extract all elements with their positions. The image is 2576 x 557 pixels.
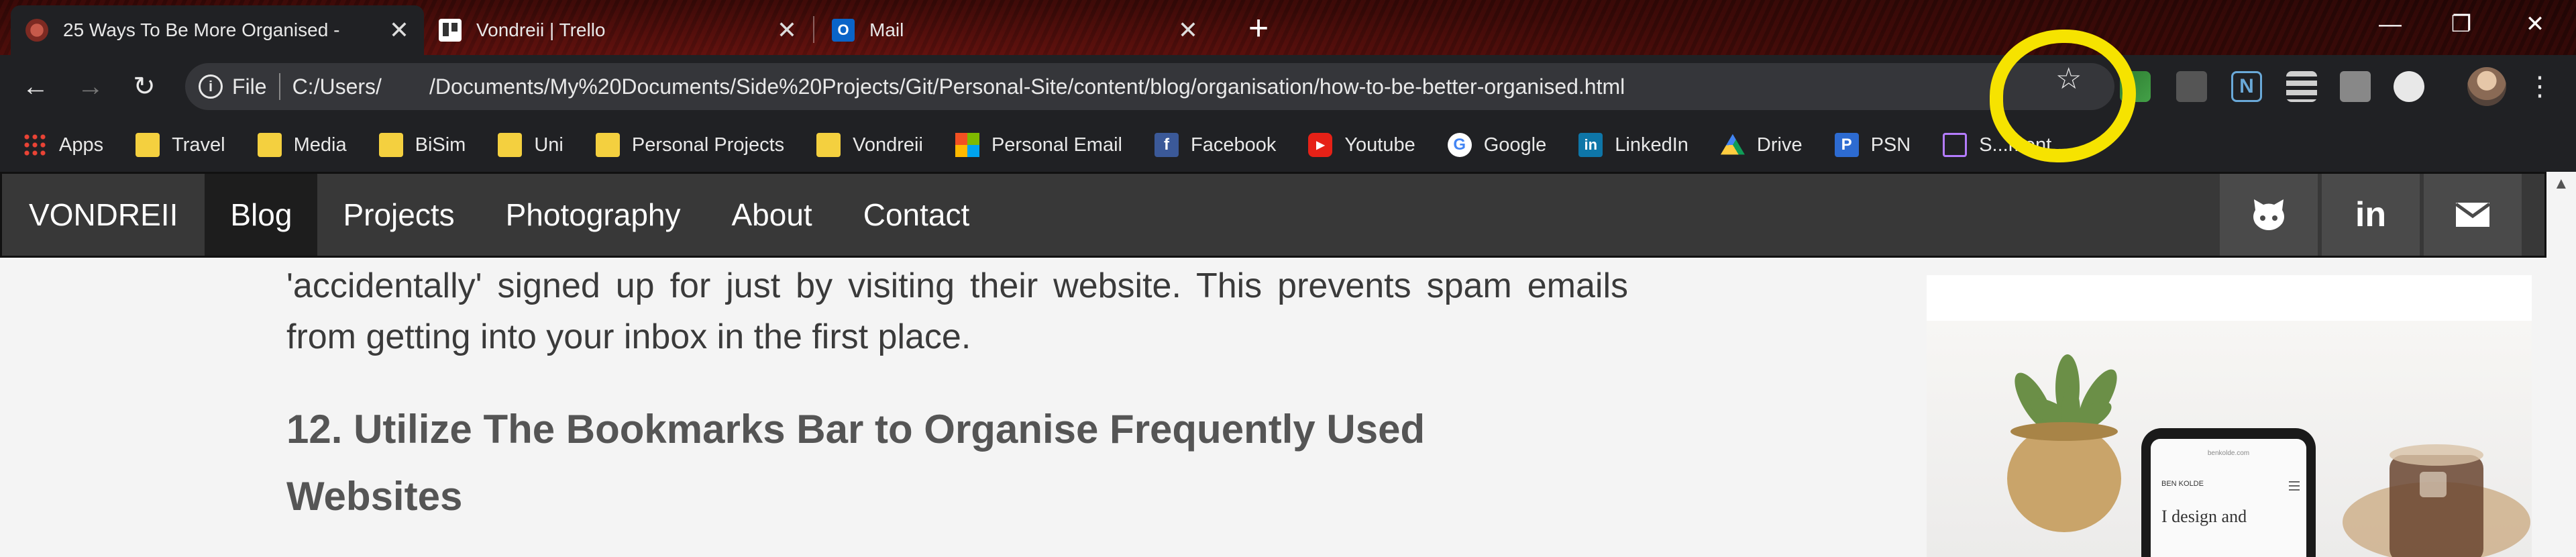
nav-link-blog[interactable]: Blog — [205, 174, 318, 256]
youtube-icon: ▶ — [1308, 133, 1333, 157]
facebook-icon: f — [1154, 133, 1179, 157]
bookmark-youtube[interactable]: ▶ Youtube — [1308, 133, 1415, 157]
bookmark-google[interactable]: G Google — [1447, 133, 1547, 157]
phone-heading-text: I design and — [2161, 507, 2247, 526]
close-icon[interactable]: ✕ — [1178, 16, 1198, 44]
phone-name-text: BEN KOLDE — [2161, 480, 2204, 488]
psn-icon: P — [1834, 133, 1859, 157]
bookmark-personal-email[interactable]: Personal Email — [955, 133, 1122, 157]
bookmark-uni[interactable]: Uni — [498, 133, 564, 157]
bookmark-label: Personal Projects — [631, 134, 785, 156]
bookmark-label: PSN — [1870, 134, 1911, 156]
extension-gray-icon[interactable] — [2340, 71, 2371, 102]
address-bar[interactable]: i File C:/Users/ /Documents/My%20Documen… — [185, 63, 2114, 110]
linkedin-icon: in — [1578, 133, 1603, 157]
browser-toolbar: ← → ↻ i File C:/Users/ /Documents/My%20D… — [0, 55, 2576, 118]
folder-icon — [498, 133, 523, 157]
google-icon: G — [1447, 133, 1472, 157]
outlook-icon: O — [832, 19, 855, 42]
minimize-button[interactable]: — — [2353, 4, 2427, 44]
article-body: 'accidentally' signed up for just by vis… — [286, 260, 1628, 530]
bookmark-label: LinkedIn — [1615, 134, 1688, 156]
drive-icon — [1720, 134, 1745, 155]
bookmark-psn[interactable]: P PSN — [1834, 133, 1911, 157]
new-tab-button[interactable]: + — [1240, 11, 1277, 48]
bookmark-label: Facebook — [1190, 134, 1277, 156]
sidebar-featured-image[interactable]: benkolde.com BEN KOLDE I design and — [1927, 321, 2532, 557]
bookmark-label: Uni — [534, 134, 564, 156]
bookmark-drive[interactable]: Drive — [1720, 133, 1803, 157]
extension-truck-icon[interactable] — [2176, 71, 2207, 102]
site-brand-link[interactable]: VONDREII — [2, 174, 205, 256]
bookmark-icon — [1943, 133, 1968, 157]
menu-dots-icon[interactable]: ⋮ — [2526, 67, 2553, 106]
nav-link-projects[interactable]: Projects — [317, 174, 480, 256]
tab-title: Vondreii | Trello — [476, 19, 606, 40]
close-icon[interactable]: ✕ — [777, 16, 797, 44]
tab-title: Mail — [869, 19, 904, 40]
folder-icon — [257, 133, 282, 157]
bookmark-vondreii[interactable]: Vondreii — [816, 133, 923, 157]
bookmark-label: Google — [1483, 134, 1547, 156]
github-icon[interactable] — [2220, 174, 2318, 256]
nav-link-contact[interactable]: Contact — [838, 174, 996, 256]
bookmark-label: Travel — [172, 134, 225, 156]
email-icon[interactable] — [2424, 174, 2522, 256]
bookmark-apps[interactable]: Apps — [23, 133, 103, 157]
linkedin-icon[interactable]: in — [2322, 174, 2420, 256]
tab-strip: 25 Ways To Be More Organised - ✕ Vondrei… — [0, 0, 2576, 55]
restore-button[interactable]: ❐ — [2424, 4, 2498, 44]
bookmark-label: BiSim — [415, 134, 466, 156]
bookmark-label: Youtube — [1344, 134, 1415, 156]
chrome-globe-icon — [25, 19, 48, 42]
bookmark-facebook[interactable]: f Facebook — [1154, 133, 1277, 157]
bookmark-personal-projects[interactable]: Personal Projects — [595, 133, 785, 157]
nav-link-about[interactable]: About — [706, 174, 838, 256]
bookmarks-bar: Apps Travel Media BiSim Uni Personal Pro… — [0, 118, 2576, 172]
bookmark-label: Drive — [1756, 134, 1803, 156]
window-close-button[interactable]: ✕ — [2498, 4, 2572, 44]
url-text[interactable]: C:/Users/ /Documents/My%20Documents/Side… — [292, 74, 1625, 99]
folder-icon — [595, 133, 620, 157]
bookmark-travel[interactable]: Travel — [136, 133, 225, 157]
info-icon[interactable]: i — [199, 74, 223, 99]
folder-icon — [816, 133, 841, 157]
profile-avatar[interactable] — [2467, 67, 2506, 106]
reload-button[interactable]: ↻ — [125, 67, 164, 106]
phone-site-text: benkolde.com — [2208, 450, 2249, 457]
tab-separator — [813, 16, 814, 43]
bookmark-bisim[interactable]: BiSim — [378, 133, 466, 157]
bookmark-label: Apps — [59, 134, 104, 156]
tab-title: 25 Ways To Be More Organised - — [63, 19, 340, 40]
apps-grid-icon — [23, 133, 47, 157]
layers-icon[interactable] — [2286, 71, 2317, 102]
bookmark-label: Personal Email — [991, 134, 1122, 156]
site-navbar: VONDREII Blog Projects Photography About… — [0, 172, 2546, 258]
folder-icon — [378, 133, 403, 157]
tab-article[interactable]: 25 Ways To Be More Organised - ✕ — [11, 5, 424, 55]
extension-n-icon[interactable]: N — [2231, 71, 2262, 102]
bookmark-linkedin[interactable]: in LinkedIn — [1578, 133, 1688, 157]
article-section-heading: 12. Utilize The Bookmarks Bar to Organis… — [286, 407, 1426, 519]
tab-mail[interactable]: O Mail ✕ — [817, 5, 1213, 55]
desk-photo-illustration: benkolde.com BEN KOLDE I design and — [2007, 354, 2530, 557]
nav-link-photography[interactable]: Photography — [480, 174, 706, 256]
article-paragraph: 'accidentally' signed up for just by vis… — [286, 266, 1628, 356]
omnibox-divider — [278, 73, 280, 100]
scrollbar-up-arrow[interactable]: ▲ — [2553, 174, 2573, 195]
back-button[interactable]: ← — [16, 67, 55, 106]
extension-c-icon[interactable] — [2394, 71, 2424, 102]
tab-trello[interactable]: Vondreii | Trello ✕ — [424, 5, 812, 55]
scheme-label: File — [232, 74, 267, 99]
close-icon[interactable]: ✕ — [389, 16, 409, 44]
bookmark-label: Media — [293, 134, 347, 156]
folder-icon — [136, 133, 160, 157]
forward-button[interactable]: → — [71, 67, 110, 106]
bookmark-media[interactable]: Media — [257, 133, 347, 157]
trello-icon — [439, 19, 462, 42]
bookmark-label: Vondreii — [853, 134, 923, 156]
microsoft-icon — [955, 133, 979, 157]
